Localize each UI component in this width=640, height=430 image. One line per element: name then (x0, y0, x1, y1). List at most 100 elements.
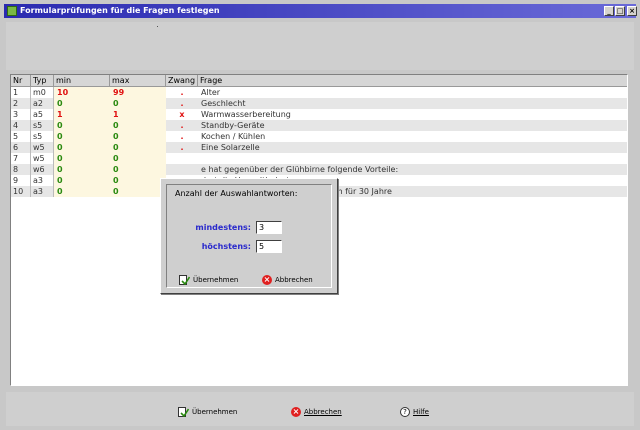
title-bar[interactable]: Formularprüfungen für die Fragen festleg… (4, 4, 637, 18)
cell-typ[interactable]: m0 (31, 87, 54, 98)
table-row[interactable]: 1 m0 10 99. Alter (11, 87, 627, 98)
cell-max[interactable]: 0 (110, 164, 166, 175)
cell-min[interactable]: 0 (54, 186, 110, 197)
toolbar-dot (157, 26, 158, 27)
cell-typ[interactable]: a3 (31, 186, 54, 197)
cell-frage[interactable]: Standby-Geräte (198, 120, 627, 131)
column-header-zwang[interactable]: Zwang (166, 75, 198, 86)
cell-zwang[interactable]: . (166, 142, 198, 153)
cell-nr[interactable]: 5 (11, 131, 31, 142)
cancel-icon: × (291, 407, 301, 417)
cell-nr[interactable]: 6 (11, 142, 31, 153)
cell-zwang[interactable]: . (166, 120, 198, 131)
apply-label: Übernehmen (192, 408, 238, 416)
cell-zwang[interactable]: . (166, 98, 198, 109)
cell-frage[interactable] (198, 153, 627, 164)
dialog-title: Anzahl der Auswahlantworten: (175, 189, 298, 198)
cell-min[interactable]: 0 (54, 131, 110, 142)
cell-typ[interactable]: a5 (31, 109, 54, 120)
cell-nr[interactable]: 3 (11, 109, 31, 120)
cell-nr[interactable]: 4 (11, 120, 31, 131)
cancel-label: Abbrechen (304, 408, 342, 416)
minimize-button[interactable]: _ (604, 6, 614, 16)
cell-typ[interactable]: s5 (31, 131, 54, 142)
table-row[interactable]: 4 s5 0 0. Standby-Geräte (11, 120, 627, 131)
apply-icon (178, 407, 189, 417)
cell-zwang[interactable]: . (166, 131, 198, 142)
cell-max[interactable]: 0 (110, 153, 166, 164)
table-row[interactable]: 2 a2 0 0. Geschlecht (11, 98, 627, 109)
cell-frage[interactable]: e hat gegenüber der Glühbirne folgende V… (198, 164, 627, 175)
table-row[interactable]: 6 w5 0 0. Eine Solarzelle (11, 142, 627, 153)
cell-max[interactable]: 0 (110, 120, 166, 131)
column-header-nr[interactable]: Nr (11, 75, 31, 86)
column-header-frage[interactable]: Frage (198, 75, 627, 86)
cell-min[interactable]: 0 (54, 153, 110, 164)
cell-max[interactable]: 1 (110, 109, 166, 120)
cell-min[interactable]: 0 (54, 175, 110, 186)
cell-frage[interactable]: Warmwasserbereitung (198, 109, 627, 120)
cell-max[interactable]: 99 (110, 87, 166, 98)
cell-max[interactable]: 0 (110, 142, 166, 153)
cancel-button[interactable]: × Abbrechen (291, 405, 342, 419)
table-row[interactable]: 3 a5 1 1 x Warmwasserbereitung (11, 109, 627, 120)
maximize-button[interactable]: □ (615, 6, 625, 16)
cell-nr[interactable]: 1 (11, 87, 31, 98)
grid-header: Nr Typ min max Zwang Frage (11, 75, 627, 87)
cell-zwang[interactable]: x (166, 109, 198, 120)
cell-max[interactable]: 0 (110, 175, 166, 186)
cell-max[interactable]: 0 (110, 186, 166, 197)
app-window: Formularprüfungen für die Fragen festleg… (0, 0, 640, 430)
window-title: Formularprüfungen für die Fragen festleg… (20, 6, 220, 15)
min-input[interactable]: 3 (256, 221, 282, 234)
max-input[interactable]: 5 (256, 240, 282, 253)
table-row[interactable]: 5 s5 0 0. Kochen / Kühlen (11, 131, 627, 142)
min-label: mindestens: (195, 223, 251, 232)
dialog-cancel-button[interactable]: × Abbrechen (262, 273, 313, 287)
cell-frage[interactable]: Alter (198, 87, 627, 98)
max-label: höchstens: (201, 242, 251, 251)
column-header-min[interactable]: min (54, 75, 110, 86)
cell-nr[interactable]: 10 (11, 186, 31, 197)
cancel-icon: × (262, 275, 272, 285)
cell-zwang[interactable] (166, 153, 198, 164)
answer-count-dialog: Anzahl der Auswahlantworten: mindestens:… (160, 178, 338, 294)
help-label: Hilfe (413, 408, 429, 416)
cell-min[interactable]: 0 (54, 164, 110, 175)
cell-min[interactable]: 1 (54, 109, 110, 120)
cell-typ[interactable]: w5 (31, 142, 54, 153)
cell-min[interactable]: 0 (54, 120, 110, 131)
cell-frage[interactable]: Kochen / Kühlen (198, 131, 627, 142)
cell-max[interactable]: 0 (110, 98, 166, 109)
dialog-cancel-label: Abbrechen (275, 276, 313, 284)
cell-nr[interactable]: 8 (11, 164, 31, 175)
app-icon (7, 6, 17, 16)
cell-min[interactable]: 10 (54, 87, 110, 98)
dialog-ok-button[interactable]: Übernehmen (179, 273, 238, 287)
help-button[interactable]: ? Hilfe (400, 405, 429, 419)
cell-frage[interactable]: Eine Solarzelle (198, 142, 627, 153)
cell-nr[interactable]: 9 (11, 175, 31, 186)
cell-typ[interactable]: s5 (31, 120, 54, 131)
cell-min[interactable]: 0 (54, 98, 110, 109)
cell-zwang[interactable] (166, 164, 198, 175)
cell-typ[interactable]: a3 (31, 175, 54, 186)
table-row[interactable]: 8 w6 0 0 e hat gegenüber der Glühbirne folge… (11, 164, 627, 175)
cell-zwang[interactable]: . (166, 87, 198, 98)
toolbar-area (6, 22, 634, 70)
apply-button[interactable]: Übernehmen (178, 405, 237, 419)
dialog-ok-label: Übernehmen (193, 276, 239, 284)
cell-nr[interactable]: 7 (11, 153, 31, 164)
cell-typ[interactable]: a2 (31, 98, 54, 109)
cell-nr[interactable]: 2 (11, 98, 31, 109)
cell-min[interactable]: 0 (54, 142, 110, 153)
cell-typ[interactable]: w6 (31, 164, 54, 175)
cell-max[interactable]: 0 (110, 131, 166, 142)
column-header-max[interactable]: max (110, 75, 166, 86)
cell-typ[interactable]: w5 (31, 153, 54, 164)
close-button[interactable]: × (627, 6, 637, 16)
column-header-typ[interactable]: Typ (31, 75, 54, 86)
apply-icon (179, 275, 190, 285)
cell-frage[interactable]: Geschlecht (198, 98, 627, 109)
table-row[interactable]: 7 w5 0 0 (11, 153, 627, 164)
